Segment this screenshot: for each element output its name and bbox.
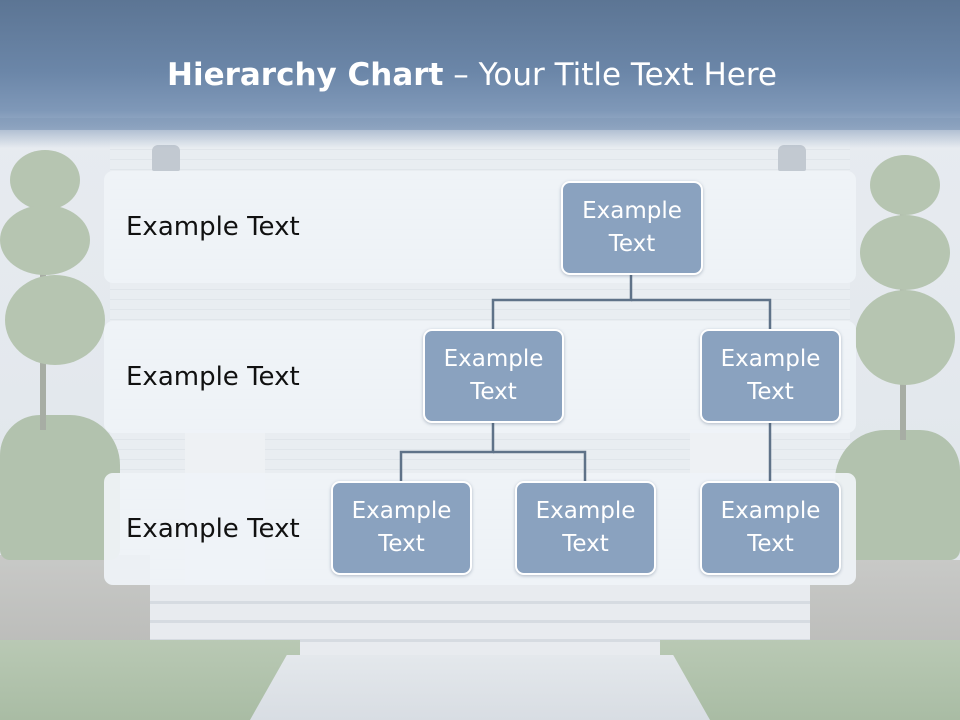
level-label-2: Example Text	[126, 362, 300, 392]
background-lamp-left	[152, 145, 180, 171]
node-level3-left-text: Example Text	[351, 498, 452, 557]
background-lawn-right	[660, 640, 960, 720]
background-topiary-right-2	[860, 215, 950, 290]
node-level3-middle-text: Example Text	[535, 498, 636, 557]
node-level2-left-text: Example Text	[443, 346, 544, 405]
background-topiary-right-3	[855, 290, 955, 385]
node-root-text: Example Text	[582, 198, 682, 257]
node-level2-right[interactable]: Example Text	[700, 329, 841, 423]
node-level3-middle[interactable]: Example Text	[515, 481, 656, 575]
slide-title: Hierarchy Chart – Your Title Text Here	[0, 52, 944, 98]
slide-title-rest: – Your Title Text Here	[443, 57, 777, 93]
background-hedge-left	[0, 415, 120, 560]
level-band-1: Example Text	[104, 171, 856, 283]
node-level3-right-text: Example Text	[720, 498, 821, 557]
background-topiary-left-1	[10, 150, 80, 210]
background-topiary-left-2	[0, 205, 90, 275]
background-lamp-right	[778, 145, 806, 171]
node-level3-right[interactable]: Example Text	[700, 481, 841, 575]
background-walkway	[250, 655, 710, 720]
background-topiary-right-1	[870, 155, 940, 215]
slide-title-bold: Hierarchy Chart	[167, 57, 444, 93]
node-level2-right-text: Example Text	[720, 346, 821, 405]
node-level2-left[interactable]: Example Text	[423, 329, 564, 423]
background-lawn-left	[0, 640, 300, 720]
title-band-fade	[0, 118, 960, 148]
level-label-3: Example Text	[126, 514, 300, 544]
background-topiary-left-3	[5, 275, 105, 365]
level-label-1: Example Text	[126, 212, 300, 242]
node-level3-left[interactable]: Example Text	[331, 481, 472, 575]
node-root[interactable]: Example Text	[561, 181, 703, 275]
slide: Hierarchy Chart – Your Title Text Here E…	[0, 0, 960, 720]
